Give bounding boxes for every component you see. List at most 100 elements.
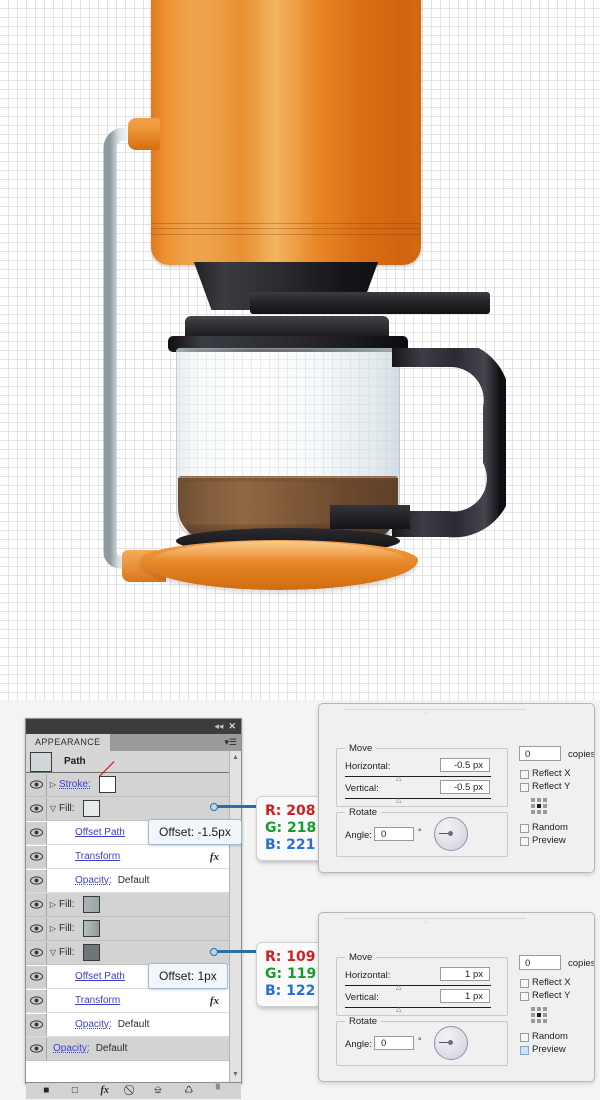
move-horizontal-slider-thumb[interactable]: △ <box>396 775 401 782</box>
move-vertical-slider-thumb[interactable]: △ <box>396 1006 401 1013</box>
tab-appearance[interactable]: APPEARANCE <box>26 734 110 751</box>
offset-path-label[interactable]: Offset Path <box>75 971 125 982</box>
duplicate-item-icon[interactable]: ⎒ <box>154 1086 162 1096</box>
visibility-eye-icon[interactable] <box>26 797 47 820</box>
transform-label[interactable]: Transform <box>75 995 120 1006</box>
move-vertical-input[interactable]: -0.5 px <box>440 780 490 794</box>
disclosure-triangle-collapsed-icon[interactable]: ▷ <box>47 924 59 933</box>
add-new-fill-icon[interactable]: □ <box>72 1086 78 1096</box>
copies-input[interactable]: 0 <box>519 746 561 761</box>
reflect-y-checkbox[interactable] <box>520 783 529 792</box>
upper-black-arm <box>250 292 490 314</box>
reflect-x-checkbox[interactable] <box>520 979 529 988</box>
fill-swatch-2[interactable] <box>82 896 100 913</box>
move-horizontal-slider-thumb[interactable]: △ <box>396 984 401 991</box>
reflect-x-checkbox[interactable] <box>520 770 529 779</box>
rotate-angle-label: Angle: <box>345 830 372 841</box>
delete-item-icon[interactable]: ♺ <box>184 1086 193 1096</box>
visibility-eye-icon[interactable] <box>26 917 47 940</box>
appearance-row-opacity-2[interactable]: Opacity: Default <box>26 1013 241 1037</box>
visibility-eye-icon[interactable] <box>26 1013 47 1036</box>
visibility-eye-icon[interactable] <box>26 965 47 988</box>
appearance-row-fill-1[interactable]: ▽ Fill: <box>26 797 241 821</box>
rotate-dial[interactable] <box>434 1026 468 1060</box>
appearance-row-fill-3[interactable]: ▷ Fill: <box>26 917 241 941</box>
opacity-label[interactable]: Opacity: <box>75 875 112 886</box>
move-section-title: Move <box>345 952 377 963</box>
reflect-y-checkbox[interactable] <box>520 992 529 1001</box>
move-vertical-slider[interactable] <box>345 1007 491 1008</box>
rotate-dial[interactable] <box>434 817 468 851</box>
disclosure-triangle-collapsed-icon[interactable]: ▷ <box>47 900 59 909</box>
fx-icon[interactable]: fx <box>210 995 219 1007</box>
visibility-eye-icon[interactable] <box>26 1037 47 1060</box>
panel-menu-icon[interactable]: ▾☰ <box>224 737 237 748</box>
preview-checkbox[interactable] <box>520 1046 529 1055</box>
move-horizontal-input[interactable]: 1 px <box>440 967 490 981</box>
rgb-callout-top: R: 208 G: 218 B: 221 <box>256 796 326 861</box>
visibility-eye-icon[interactable] <box>26 989 47 1012</box>
reflect-y-label[interactable]: Reflect Y <box>532 990 570 1001</box>
appearance-row-fill-4[interactable]: ▽ Fill: <box>26 941 241 965</box>
anchor-point-grid-icon[interactable] <box>531 798 547 814</box>
fill-swatch-1[interactable] <box>82 800 100 817</box>
stroke-label[interactable]: Stroke: <box>59 779 91 790</box>
visibility-eye-icon[interactable] <box>26 869 47 892</box>
appearance-row-transform-1[interactable]: Transform fx <box>26 845 241 869</box>
close-icon[interactable]: ✕ <box>228 722 236 731</box>
preview-label[interactable]: Preview <box>532 1044 566 1055</box>
visibility-eye-icon[interactable] <box>26 893 47 916</box>
scale-vertical-value: 100 <box>464 704 480 705</box>
copies-input[interactable]: 0 <box>519 955 561 970</box>
appearance-row-object-opacity[interactable]: Opacity: Default <box>26 1037 241 1061</box>
collapse-to-icons-icon[interactable]: ◂◂ <box>214 722 223 731</box>
add-new-stroke-icon[interactable]: ■ <box>43 1086 49 1096</box>
opacity-label[interactable]: Opacity: <box>75 1019 112 1030</box>
visibility-eye-icon[interactable] <box>26 941 47 964</box>
random-checkbox[interactable] <box>520 824 529 833</box>
fx-icon[interactable]: fx <box>210 851 219 863</box>
preview-checkbox[interactable] <box>520 837 529 846</box>
random-label[interactable]: Random <box>532 822 568 833</box>
visibility-eye-icon[interactable] <box>26 773 47 796</box>
move-horizontal-slider[interactable] <box>345 985 491 986</box>
transform-label[interactable]: Transform <box>75 851 120 862</box>
move-vertical-input[interactable]: 1 px <box>440 989 490 1003</box>
visibility-eye-icon[interactable] <box>26 845 47 868</box>
appearance-row-stroke[interactable]: ▷ Stroke: <box>26 773 241 797</box>
scroll-down-arrow-icon[interactable]: ▼ <box>230 1070 241 1080</box>
preview-label[interactable]: Preview <box>532 835 566 846</box>
move-horizontal-slider[interactable] <box>345 776 491 777</box>
offset-path-label[interactable]: Offset Path <box>75 827 125 838</box>
object-opacity-label[interactable]: Opacity: <box>53 1043 90 1054</box>
move-horizontal-input[interactable]: -0.5 px <box>440 758 490 772</box>
panel-scrollbar[interactable]: ▲ ▼ <box>229 751 241 1082</box>
disclosure-triangle-collapsed-icon[interactable]: ▷ <box>47 780 59 789</box>
reflect-x-label[interactable]: Reflect X <box>532 768 571 779</box>
disclosure-triangle-expanded-icon[interactable]: ▽ <box>47 948 59 957</box>
resize-grip-icon[interactable]: ▘ <box>216 1086 224 1096</box>
visibility-eye-icon[interactable] <box>26 821 47 844</box>
random-checkbox[interactable] <box>520 1033 529 1042</box>
fill-swatch-3[interactable] <box>82 920 100 937</box>
rotate-angle-input[interactable]: 0 <box>374 827 414 841</box>
appearance-row-opacity-1[interactable]: Opacity: Default <box>26 869 241 893</box>
move-vertical-slider-thumb[interactable]: △ <box>396 797 401 804</box>
move-vertical-slider[interactable] <box>345 798 491 799</box>
disclosure-triangle-expanded-icon[interactable]: ▽ <box>47 804 59 813</box>
stroke-swatch-none[interactable] <box>98 776 116 793</box>
move-horizontal-label: Horizontal: <box>345 970 391 981</box>
reflect-x-label[interactable]: Reflect X <box>532 977 571 988</box>
fill-swatch-4[interactable] <box>82 944 100 961</box>
scroll-up-arrow-icon[interactable]: ▲ <box>230 753 241 763</box>
rotate-angle-input[interactable]: 0 <box>374 1036 414 1050</box>
appearance-row-transform-2[interactable]: Transform fx <box>26 989 241 1013</box>
reflect-y-label[interactable]: Reflect Y <box>532 781 570 792</box>
appearance-row-fill-2[interactable]: ▷ Fill: <box>26 893 241 917</box>
random-label[interactable]: Random <box>532 1031 568 1042</box>
add-new-effect-icon[interactable]: fx <box>101 1086 109 1096</box>
panel-titlebar: ◂◂ ✕ <box>26 719 241 734</box>
appearance-row-path[interactable]: Path <box>26 751 241 773</box>
anchor-point-grid-icon[interactable] <box>531 1007 547 1023</box>
appearance-list: Path ▷ Stroke: ▽ Fill: Offset Path Trans… <box>26 751 241 1082</box>
